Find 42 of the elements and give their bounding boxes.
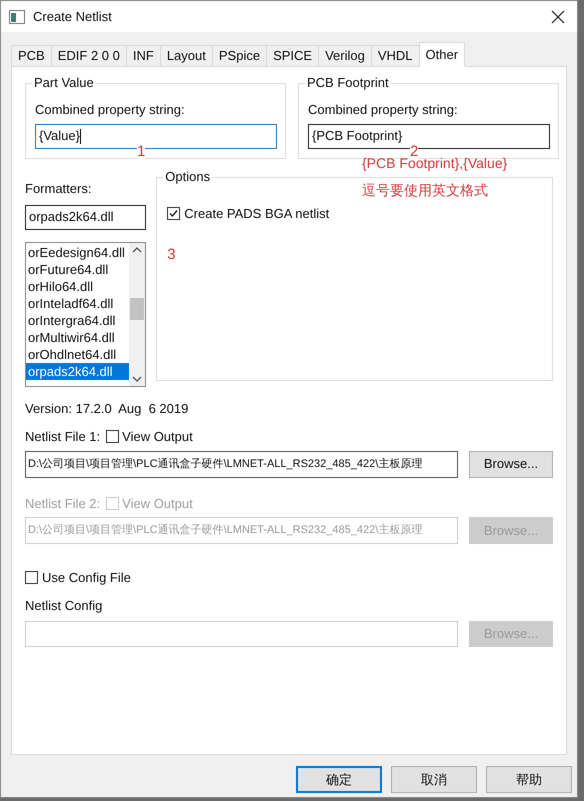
dialog-button[interactable]: 取消 (391, 766, 477, 793)
field-label: Netlist File 1: (25, 428, 100, 446)
field-label: Combined property string: (35, 101, 186, 119)
tab[interactable]: Other (418, 42, 466, 67)
version-text: Version: 17.2.0 Aug 6 2019 (25, 400, 190, 418)
checkbox-label: View Output (122, 494, 193, 513)
checkbox-label: View Output (122, 428, 193, 446)
checkbox[interactable] (25, 571, 38, 584)
field-label: Combined property string: (308, 101, 459, 119)
checkbox-label: Create PADS BGA netlist (184, 205, 330, 223)
annotation-number: 3 (167, 245, 176, 265)
checkbox-label: Use Config File (42, 569, 131, 587)
list-item[interactable]: orOhdlnet64.dll (26, 346, 130, 362)
scrollbar[interactable] (129, 242, 146, 386)
checkbox[interactable] (106, 430, 120, 444)
group-title: Options (163, 169, 212, 185)
field-label: Netlist File 2: (25, 494, 100, 512)
annotation-note: 逗号要使用英文格式 (362, 181, 489, 200)
list-item[interactable]: orFuture64.dll (26, 260, 130, 278)
path-field[interactable]: D:\公司项目\项目管理\PLC通讯盒子硬件\LMNET-ALL_RS232_485_422\主板原理 (25, 450, 458, 478)
tab[interactable]: PCB (11, 45, 52, 67)
list-item[interactable]: orInteladf64.dll (26, 294, 130, 312)
list-item[interactable]: orIntergra64.dll (26, 312, 130, 328)
field-label: Netlist Config (25, 596, 104, 615)
app-icon (9, 10, 25, 24)
close-icon[interactable] (551, 10, 565, 24)
list-item[interactable]: orpads2k64.dll (26, 362, 130, 380)
group-title: PCB Footprint (305, 75, 391, 91)
window-title: Create Netlist (33, 8, 113, 26)
dialog-button[interactable]: 帮助 (486, 766, 572, 793)
text-field[interactable]: orpads2k64.dll (25, 204, 146, 230)
list-item[interactable]: orHilo64.dll (26, 278, 130, 294)
field-label: Formatters: (25, 180, 92, 198)
path-field[interactable] (25, 621, 458, 647)
annotation-number: 1 (137, 144, 146, 159)
list-item[interactable]: orEedesign64.dll (26, 244, 130, 260)
dialog-button[interactable]: 确定 (296, 766, 382, 793)
list-box[interactable]: orEedesign64.dll orFuture64.dll orHilo64.dll orInteladf64.dll orIntergra64.dll orMultiwir64.dll orOhdlnet64.dll orpads2k64.dll (25, 242, 146, 386)
browse-button[interactable]: Browse... (468, 450, 553, 478)
list-item[interactable]: orMultiwir64.dll (26, 328, 130, 346)
annotation-number: 2 (410, 144, 418, 159)
checkbox[interactable] (167, 207, 180, 220)
